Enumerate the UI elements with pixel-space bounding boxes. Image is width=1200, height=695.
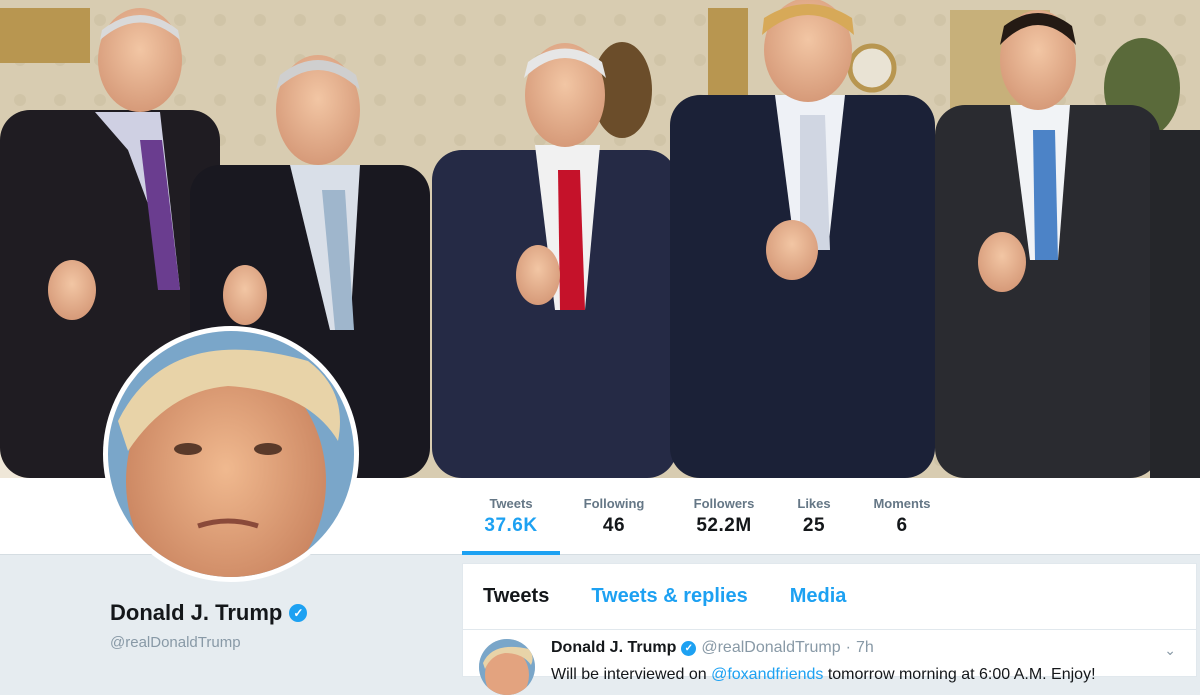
tab-tweets[interactable]: Tweets [483,585,549,608]
stat-followers[interactable]: Followers 52.2M [668,478,780,554]
tweet-separator: · [845,639,851,656]
tab-media[interactable]: Media [790,585,847,608]
tweet-author-name[interactable]: Donald J. Trump [551,639,676,657]
profile-name[interactable]: Donald J. Trump ✓ [110,600,308,626]
tweet-header: Donald J. Trump ✓ @realDonaldTrump · 7h [551,639,874,657]
stat-value: 25 [802,515,826,536]
tweet-text: Will be interviewed on @foxandfriends to… [551,666,1096,684]
stat-value: 37.6K [484,515,538,536]
stat-value: 52.2M [696,515,752,536]
stat-following[interactable]: Following 46 [560,478,668,554]
profile-handle: @realDonaldTrump [110,634,241,651]
stat-moments[interactable]: Moments 6 [848,478,956,554]
stat-label: Moments [873,496,931,511]
tab-tweets-replies[interactable]: Tweets & replies [591,585,747,608]
profile-name-text: Donald J. Trump [110,600,283,625]
tweet-author-handle[interactable]: @realDonaldTrump [701,639,840,657]
timeline-tabs: Tweets Tweets & replies Media [463,564,1196,630]
verified-badge-icon: ✓ [681,640,697,656]
stat-label: Tweets [489,496,533,511]
stat-label: Followers [693,496,755,511]
profile-stats: Tweets 37.6K Following 46 Followers 52.2… [462,478,956,555]
tweet[interactable]: Donald J. Trump ✓ @realDonaldTrump · 7h … [463,630,1196,695]
avatar-image [108,331,354,577]
tweet-avatar-image [479,639,535,695]
stat-label: Likes [797,496,831,511]
stat-likes[interactable]: Likes 25 [780,478,848,554]
timeline: Tweets Tweets & replies Media Donald J. … [462,563,1197,695]
stat-tweets[interactable]: Tweets 37.6K [462,478,560,555]
stat-value: 6 [896,515,908,536]
profile-avatar[interactable] [103,326,359,582]
tweet-timestamp[interactable]: 7h [856,639,874,657]
tweet-avatar[interactable] [479,639,535,695]
stat-label: Following [583,496,645,511]
chevron-down-icon[interactable]: ⌄ [1164,642,1176,659]
stat-value: 46 [602,515,626,536]
verified-badge-icon: ✓ [289,604,308,622]
